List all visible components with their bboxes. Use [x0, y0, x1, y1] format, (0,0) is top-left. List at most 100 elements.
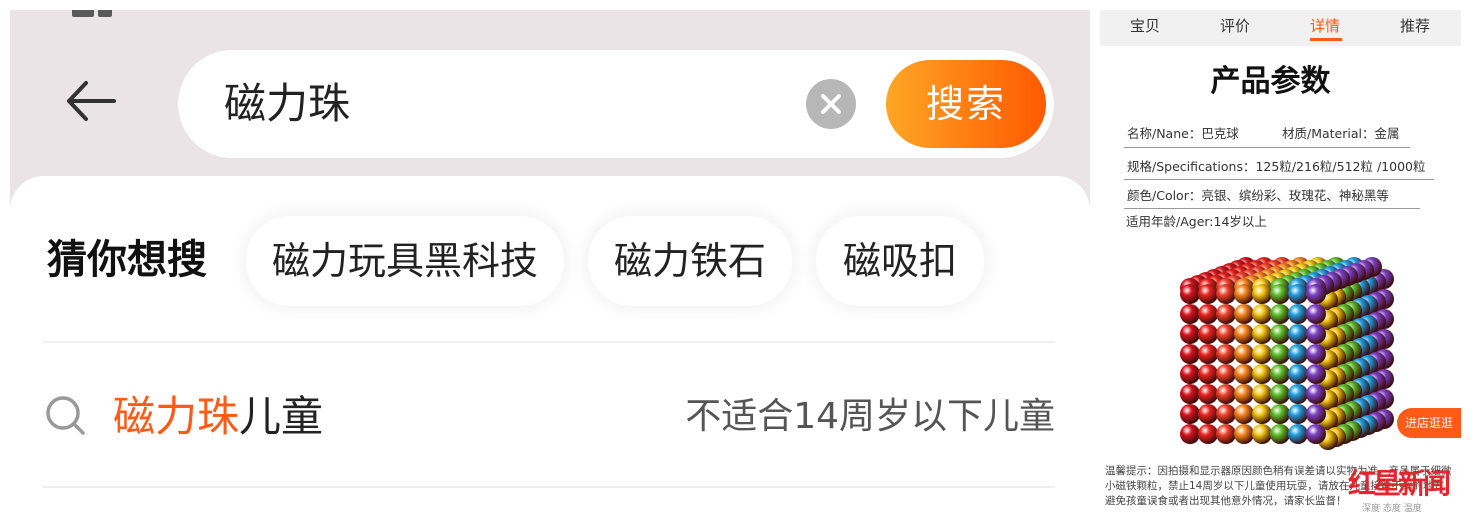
magnet-ball: [1306, 424, 1326, 444]
magnet-ball: [1234, 364, 1254, 384]
magnet-ball: [1234, 324, 1254, 344]
visit-shop-button[interactable]: 进店逛逛: [1397, 408, 1461, 438]
clear-icon[interactable]: [806, 79, 856, 129]
magnet-ball: [1270, 304, 1290, 324]
suggest-chip[interactable]: 磁吸扣: [816, 216, 984, 306]
magnet-ball: [1252, 284, 1272, 304]
divider: [43, 341, 1055, 343]
magnet-ball: [1198, 324, 1218, 344]
divider: [1124, 208, 1420, 209]
search-bar[interactable]: 磁力珠 搜索: [178, 50, 1054, 158]
magnet-ball: [1252, 384, 1272, 404]
spec-material: 材质/Material：金属: [1282, 126, 1400, 141]
magnet-ball: [1198, 344, 1218, 364]
magnet-ball: [1252, 404, 1272, 424]
magnet-ball: [1198, 284, 1218, 304]
magnet-ball: [1288, 304, 1308, 324]
news-watermark-logo: 红星新闻 深度 态度 温度: [1338, 458, 1458, 518]
search-input[interactable]: 磁力珠: [224, 74, 350, 134]
magnet-ball: [1234, 424, 1254, 444]
active-tab-indicator: [1310, 38, 1342, 41]
suggestion-rest: 儿童: [239, 392, 324, 441]
watermark-slogan: 深度 态度 温度: [1362, 504, 1422, 514]
magnet-ball: [1306, 304, 1326, 324]
magnet-ball: [1198, 384, 1218, 404]
tab-recommend[interactable]: 推荐: [1400, 16, 1430, 36]
magnet-ball: [1216, 304, 1236, 324]
magnet-ball: [1180, 304, 1200, 324]
suggest-chip[interactable]: 磁力铁石: [588, 216, 792, 306]
watermark-text: 红星新闻: [1348, 467, 1451, 500]
magnet-ball: [1198, 364, 1218, 384]
magnet-ball: [1270, 364, 1290, 384]
magnet-ball: [1288, 324, 1308, 344]
search-icon: [43, 393, 91, 441]
magnet-ball: [1306, 344, 1326, 364]
suggest-chip[interactable]: 磁力玩具黑科技: [246, 216, 564, 306]
magnet-ball: [1180, 344, 1200, 364]
tab-details[interactable]: 详情: [1310, 16, 1340, 36]
search-screen: 磁力珠 搜索 猜你想搜 磁力玩具黑科技 磁力铁石 磁吸扣 磁力珠儿童 不适合14…: [10, 10, 1090, 527]
suggestion-text: 磁力珠儿童: [113, 387, 323, 447]
suggestion-row[interactable]: 磁力珠儿童 不适合14周岁以下儿童: [43, 351, 1055, 481]
magnet-ball: [1270, 324, 1290, 344]
magnet-ball: [1288, 424, 1308, 444]
magnet-ball: [1270, 424, 1290, 444]
spec-size: 规格/Specifications：125粒/216粒/512粒 /1000粒: [1127, 159, 1426, 174]
magnet-ball: [1234, 344, 1254, 364]
guess-section-title: 猜你想搜: [47, 237, 207, 283]
magnet-ball: [1180, 404, 1200, 424]
search-button[interactable]: 搜索: [886, 60, 1046, 148]
magnet-ball: [1180, 384, 1200, 404]
magnet-ball: [1216, 424, 1236, 444]
tab-item[interactable]: 宝贝: [1130, 16, 1160, 36]
magnet-ball: [1270, 344, 1290, 364]
magnet-ball: [1270, 404, 1290, 424]
magnet-ball: [1306, 284, 1326, 304]
magnet-ball: [1216, 384, 1236, 404]
magnet-ball: [1288, 404, 1308, 424]
magnet-ball: [1234, 404, 1254, 424]
magnet-ball: [1288, 364, 1308, 384]
magnet-ball: [1306, 384, 1326, 404]
magnet-ball: [1270, 284, 1290, 304]
status-bar-fragment: [72, 10, 124, 17]
magnet-ball: [1252, 304, 1272, 324]
magnet-ball: [1198, 404, 1218, 424]
magnet-ball: [1306, 364, 1326, 384]
suggestion-highlight: 磁力珠: [113, 392, 240, 441]
age-warning-text: 不适合14周岁以下儿童: [685, 396, 1055, 437]
magnet-ball: [1288, 384, 1308, 404]
magnet-ball: [1180, 284, 1200, 304]
magnetic-ball-cube-image: [1180, 257, 1394, 450]
divider: [1124, 179, 1434, 180]
suggestion-sheet: 猜你想搜 磁力玩具黑科技 磁力铁石 磁吸扣 磁力珠儿童 不适合14周岁以下儿童: [10, 176, 1090, 527]
magnet-ball: [1288, 344, 1308, 364]
spec-name: 名称/Nane：巴克球: [1127, 126, 1239, 141]
magnet-ball: [1252, 324, 1272, 344]
magnet-ball: [1180, 364, 1200, 384]
product-detail-screen: 宝贝 评价 详情 推荐 产品参数 名称/Nane：巴克球 材质/Material…: [1100, 10, 1461, 527]
spec-title: 产品参数: [1210, 64, 1331, 99]
magnet-ball: [1306, 324, 1326, 344]
divider: [43, 486, 1055, 488]
back-arrow-icon[interactable]: [60, 70, 122, 132]
magnet-ball: [1216, 284, 1236, 304]
magnet-ball: [1234, 304, 1254, 324]
tab-reviews[interactable]: 评价: [1220, 16, 1250, 36]
tab-bar: 宝贝 评价 详情 推荐: [1100, 10, 1461, 46]
magnet-ball: [1270, 384, 1290, 404]
magnet-ball: [1234, 384, 1254, 404]
magnet-ball: [1180, 324, 1200, 344]
magnet-ball: [1252, 344, 1272, 364]
spec-color: 颜色/Color：亮银、缤纷彩、玫瑰花、神秘黑等: [1127, 188, 1389, 203]
magnet-ball: [1234, 284, 1254, 304]
magnet-ball: [1288, 284, 1308, 304]
magnet-ball: [1252, 364, 1272, 384]
magnet-ball: [1306, 404, 1326, 424]
magnet-ball: [1216, 364, 1236, 384]
magnet-ball: [1252, 424, 1272, 444]
magnet-ball: [1216, 404, 1236, 424]
spec-age: 适用年龄/Ager:14岁以上: [1126, 214, 1267, 229]
magnet-ball: [1198, 424, 1218, 444]
